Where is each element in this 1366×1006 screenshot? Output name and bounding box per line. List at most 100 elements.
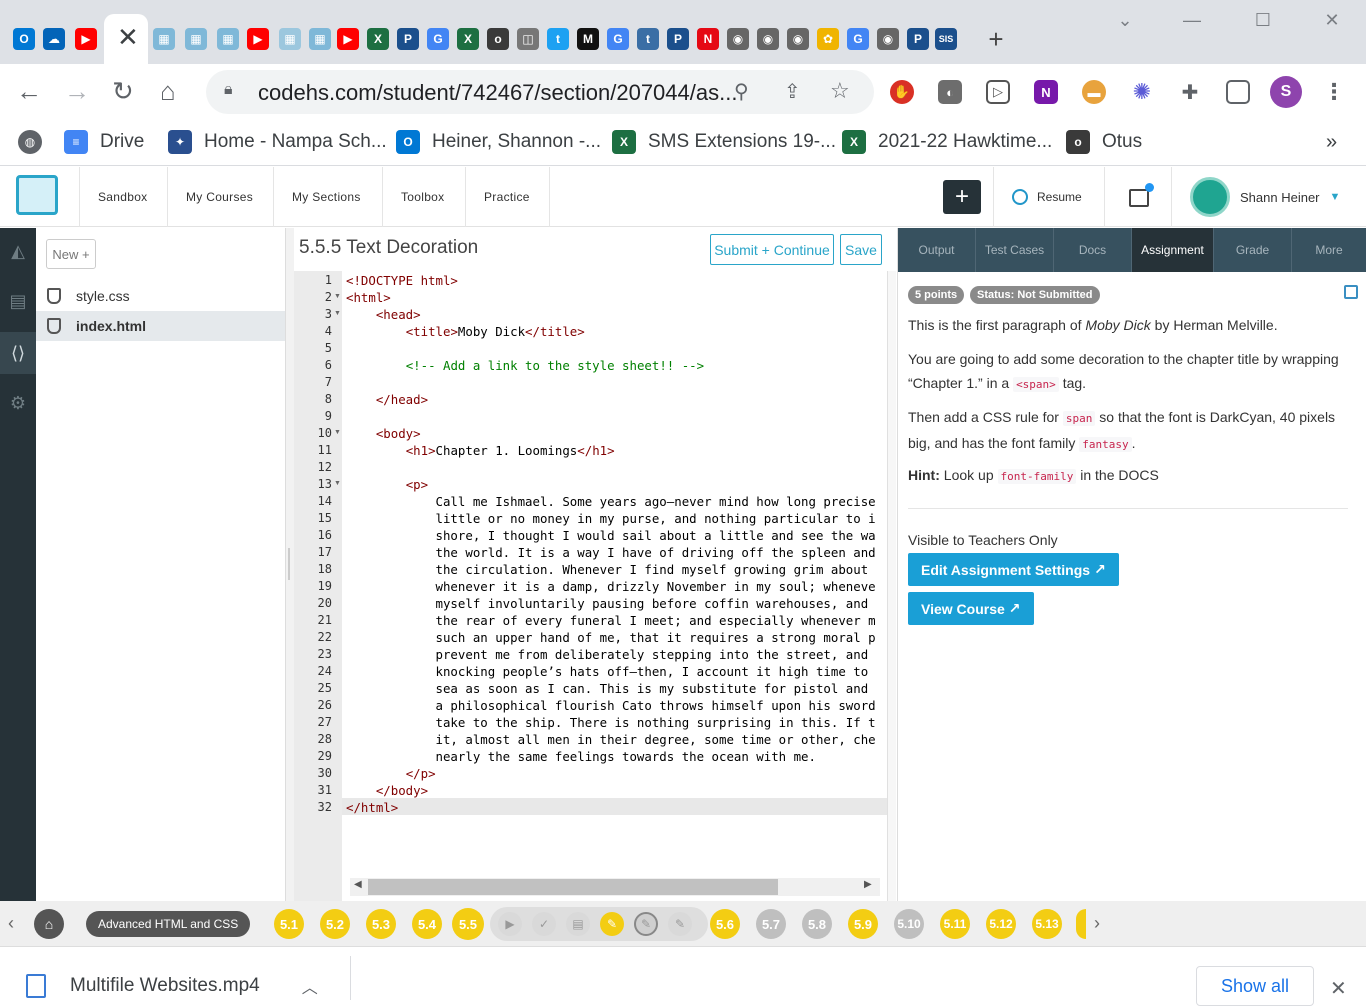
new-file-button[interactable]: New +	[46, 239, 96, 269]
nav-link-my-courses[interactable]: My Courses	[167, 167, 273, 227]
lesson-chip-partial[interactable]	[1076, 909, 1086, 939]
browser-tab[interactable]: N	[696, 24, 720, 54]
home-icon[interactable]: ⌂	[160, 76, 176, 106]
extension-icon[interactable]: ✺	[1130, 79, 1154, 104]
submit-continue-button[interactable]: Submit + Continue	[710, 234, 834, 265]
close-tab-icon[interactable]: ✕	[117, 24, 139, 50]
browser-tab[interactable]: G	[426, 24, 450, 54]
editor-vertical-scrollbar[interactable]	[887, 271, 896, 901]
globe-icon[interactable]: ◍	[18, 128, 54, 156]
calendar-icon[interactable]: ▤	[0, 280, 36, 322]
lesson-chip[interactable]: 5.2	[320, 909, 350, 939]
lesson-chip[interactable]: 5.12	[986, 909, 1016, 939]
tab-assignment[interactable]: Assignment	[1132, 228, 1214, 272]
settings-gear-icon[interactable]: ⚙	[0, 382, 36, 424]
create-plus-button[interactable]: +	[943, 180, 981, 214]
onenote-icon[interactable]: N	[1034, 80, 1058, 104]
unit-chip[interactable]: Advanced HTML and CSS	[86, 911, 251, 937]
close-download-bar-icon[interactable]: ✕	[1330, 976, 1347, 1001]
code-icon[interactable]: ⟨⟩	[0, 332, 36, 374]
lesson-chip[interactable]: 5.1	[274, 909, 304, 939]
browser-tab[interactable]: O	[12, 24, 36, 54]
codehs-logo[interactable]	[16, 175, 58, 215]
browser-tab[interactable]: t	[636, 24, 660, 54]
lesson-chip[interactable]: 5.10	[894, 909, 924, 939]
resume-button[interactable]: Resume	[993, 167, 1103, 227]
side-panel-icon[interactable]	[1226, 80, 1250, 104]
lesson-chip[interactable]: 5.13	[1032, 909, 1062, 939]
external-link-icon[interactable]	[1344, 285, 1358, 299]
new-tab-button[interactable]: +	[981, 24, 1011, 55]
panel-splitter[interactable]	[286, 228, 294, 901]
browser-tab[interactable]: ▦	[278, 24, 302, 54]
nav-link-practice[interactable]: Practice	[465, 167, 550, 227]
video-icon[interactable]: ▶	[498, 912, 522, 936]
browser-tab[interactable]: X	[456, 24, 480, 54]
profile-avatar[interactable]: S	[1270, 76, 1302, 108]
address-bar[interactable]: 🔒︎ codehs.com/student/742467/section/207…	[206, 70, 874, 114]
browser-tab[interactable]: ✿	[816, 24, 840, 54]
browser-tab[interactable]: M	[576, 24, 600, 54]
bookmark-item[interactable]: O Heiner, Shannon -...	[396, 128, 601, 156]
progress-left-arrow-icon[interactable]: ‹	[8, 913, 14, 934]
browser-tab[interactable]: ◫	[516, 24, 540, 54]
bookmark-item[interactable]: ≡ Drive	[64, 128, 144, 156]
back-arrow-icon[interactable]: ←	[16, 76, 42, 106]
browser-tab[interactable]: G	[606, 24, 630, 54]
zoom-icon[interactable]: ⚲	[734, 79, 749, 104]
doc-icon[interactable]: ▤	[566, 912, 590, 936]
url-text[interactable]: codehs.com/student/742467/section/207044…	[258, 80, 737, 106]
bookmark-item[interactable]: ✦ Home - Nampa Sch...	[168, 128, 387, 156]
maximize-icon[interactable]: ☐	[1248, 10, 1278, 31]
browser-tab[interactable]: ▦	[152, 24, 176, 54]
bookmark-item[interactable]: X 2021-22 Hawktime...	[842, 128, 1052, 156]
tab-grade[interactable]: Grade	[1214, 228, 1292, 272]
tab-docs[interactable]: Docs	[1054, 228, 1132, 272]
stop-extension-icon[interactable]: ✋	[890, 80, 914, 104]
show-all-downloads-button[interactable]: Show all	[1196, 966, 1314, 1006]
minimize-icon[interactable]: —	[1177, 10, 1207, 31]
fold-arrow-icon[interactable]: ▼	[334, 293, 341, 300]
browser-tab[interactable]: ▦	[216, 24, 240, 54]
browser-tab[interactable]: ◉	[786, 24, 810, 54]
more-bookmarks-chevron-icon[interactable]: »	[1326, 128, 1337, 156]
scroll-right-arrow-icon[interactable]: ▶	[864, 879, 872, 890]
lesson-chip[interactable]: 5.5	[452, 908, 484, 940]
browser-tab[interactable]: t	[546, 24, 570, 54]
tab-more[interactable]: More	[1292, 228, 1366, 272]
bookmark-star-icon[interactable]: ☆	[830, 78, 850, 104]
bookmark-item[interactable]: o Otus	[1066, 128, 1142, 156]
extension-icon[interactable]: ▬	[1082, 80, 1106, 104]
browser-tab[interactable]: P	[906, 24, 930, 54]
pencil-icon[interactable]: ✎	[634, 912, 658, 936]
browser-tab[interactable]: o	[486, 24, 510, 54]
browser-tab[interactable]: ◉	[756, 24, 780, 54]
tab-output[interactable]: Output	[898, 228, 976, 272]
browser-tab[interactable]: ◉	[726, 24, 750, 54]
browser-tab[interactable]: ◉	[876, 24, 900, 54]
code-area[interactable]: <!DOCTYPE html> <html> <head> <title>Moby…	[342, 271, 887, 871]
window-close-icon[interactable]: ✕	[1317, 10, 1347, 31]
active-tab[interactable]: ✕	[104, 14, 148, 64]
share-icon[interactable]: ⇪	[784, 79, 801, 104]
pencil-icon[interactable]: ✎	[668, 912, 692, 936]
nav-link-toolbox[interactable]: Toolbox	[382, 167, 465, 227]
extension-icon[interactable]: ◐	[938, 80, 962, 104]
browser-tab[interactable]: X	[366, 24, 390, 54]
editor-horizontal-scrollbar[interactable]: ◀ ▶	[350, 878, 880, 896]
browser-tab[interactable]: ▦	[184, 24, 208, 54]
nav-link-sandbox[interactable]: Sandbox	[79, 167, 167, 227]
forward-arrow-icon[interactable]: →	[64, 76, 90, 106]
view-course-button[interactable]: View Course ↗	[908, 592, 1034, 625]
progress-right-arrow-icon[interactable]: ›	[1094, 913, 1100, 934]
lesson-chip[interactable]: 5.9	[848, 909, 878, 939]
fold-arrow-icon[interactable]: ▼	[334, 480, 341, 487]
lesson-chip[interactable]: 5.11	[940, 909, 970, 939]
browser-tab[interactable]: ▦	[308, 24, 332, 54]
file-item[interactable]: index.html	[36, 311, 285, 341]
browser-tab[interactable]: ▶	[74, 24, 98, 54]
course-home-icon[interactable]: ⌂	[34, 909, 64, 939]
reload-icon[interactable]: ↻	[112, 76, 134, 106]
pencil-icon[interactable]: ✎	[600, 912, 624, 936]
scroll-thumb[interactable]	[368, 879, 778, 895]
